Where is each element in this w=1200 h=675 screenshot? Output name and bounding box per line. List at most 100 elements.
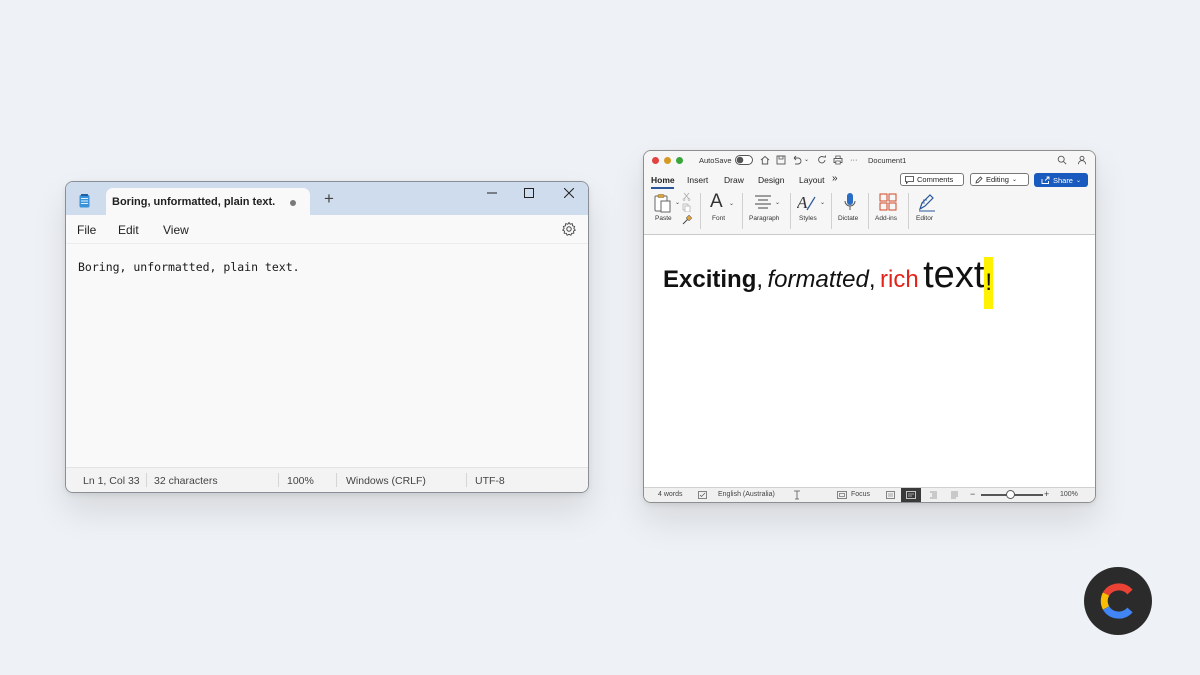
more-commands-icon[interactable]: ··· (850, 155, 858, 164)
word-count[interactable]: 4 words (658, 491, 683, 498)
tab-home[interactable]: Home (651, 175, 675, 185)
read-mode-icon[interactable] (886, 491, 895, 499)
notepad-content: Boring, unformatted, plain text. (78, 260, 300, 274)
home-icon[interactable] (760, 155, 770, 165)
close-button[interactable] (549, 182, 588, 204)
more-tabs-icon[interactable]: » (832, 173, 838, 184)
close-icon (564, 188, 574, 198)
addins-button[interactable]: Add-ins (874, 191, 904, 231)
tab-document[interactable]: Boring, unformatted, plain text. (106, 188, 310, 215)
undo-dropdown-icon[interactable]: ⌄ (804, 156, 809, 163)
menu-view[interactable]: View (163, 223, 189, 237)
autosave-label: AutoSave (699, 156, 732, 165)
ribbon-divider (831, 193, 832, 229)
ribbon-divider (790, 193, 791, 229)
settings-gear-icon[interactable] (561, 221, 577, 237)
status-divider (466, 473, 467, 487)
ribbon-divider (742, 193, 743, 229)
tab-draw[interactable]: Draw (724, 175, 744, 185)
language-indicator[interactable]: English (Australia) (718, 491, 775, 498)
status-divider (336, 473, 337, 487)
chevron-down-icon: ⌄ (1075, 177, 1082, 184)
dictate-button[interactable]: Dictate (836, 191, 864, 231)
microphone-icon (844, 193, 856, 210)
word-formatted: formatted (767, 266, 869, 293)
format-painter-icon (682, 215, 692, 225)
maximize-button[interactable] (509, 182, 549, 204)
undo-icon[interactable] (792, 155, 802, 165)
status-divider (146, 473, 147, 487)
word-toolbar-area: AutoSave ⌄ ··· Document1 Home Insert Dra… (644, 151, 1095, 235)
comments-button[interactable]: Comments (900, 173, 964, 186)
notepad-titlebar[interactable]: Boring, unformatted, plain text. + (66, 182, 588, 215)
autosave-toggle[interactable] (735, 155, 753, 165)
paragraph-icon (755, 195, 771, 209)
save-icon[interactable] (776, 155, 786, 165)
menu-edit[interactable]: Edit (118, 223, 139, 237)
word-rich: rich (880, 266, 919, 293)
styles-label: Styles (799, 215, 817, 222)
brand-logo (1084, 567, 1152, 635)
search-icon[interactable] (1057, 155, 1067, 165)
status-encoding[interactable]: UTF-8 (475, 475, 505, 487)
share-label: Share (1052, 175, 1073, 185)
menu-file[interactable]: File (77, 223, 96, 237)
paragraph-group[interactable]: ⌄ Paragraph (748, 191, 788, 231)
zoom-slider-thumb[interactable] (1006, 490, 1015, 499)
zoom-in-button[interactable]: + (1044, 489, 1049, 499)
zoom-out-button[interactable]: − (970, 489, 975, 499)
ribbon-divider (868, 193, 869, 229)
copy-icon (682, 203, 691, 212)
web-layout-icon[interactable] (929, 491, 938, 499)
minimize-window-button[interactable] (664, 157, 671, 164)
zoom-percent[interactable]: 100% (1060, 491, 1078, 498)
proofing-icon[interactable] (698, 491, 707, 499)
word-text: text (923, 254, 985, 296)
print-layout-button[interactable] (901, 488, 921, 502)
focus-label[interactable]: Focus (851, 491, 870, 498)
chevron-down-icon: ⌄ (1011, 177, 1017, 183)
word-exciting: Exciting (663, 266, 757, 293)
addins-label: Add-ins (875, 215, 898, 222)
paragraph-dropdown-icon: ⌄ (775, 200, 781, 206)
new-tab-button[interactable]: + (324, 190, 334, 207)
c-logo-icon (1100, 583, 1133, 619)
tab-insert[interactable]: Insert (687, 175, 708, 185)
editing-mode-button[interactable]: Editing ⌄ (970, 173, 1029, 186)
account-icon[interactable] (1077, 155, 1087, 165)
focus-icon[interactable] (837, 491, 847, 499)
paste-group[interactable]: ⌄ Paste (651, 191, 693, 231)
notepad-window: Boring, unformatted, plain text. + File … (65, 181, 589, 493)
styles-group[interactable]: A ⌄ Styles (796, 191, 828, 231)
notepad-text-area[interactable]: Boring, unformatted, plain text. (66, 243, 588, 468)
styles-dropdown-icon: ⌄ (820, 200, 826, 206)
minimize-icon (487, 192, 497, 194)
zoom-window-button[interactable] (676, 157, 683, 164)
editor-button[interactable]: Editor (914, 191, 942, 231)
comment-icon (905, 175, 914, 184)
minimize-button[interactable] (472, 182, 512, 204)
notepad-menubar: File Edit View (66, 215, 588, 243)
comma: , (756, 266, 764, 293)
status-line-endings[interactable]: Windows (CRLF) (346, 475, 426, 487)
word-document-page[interactable]: Exciting, formatted, rich text! (644, 235, 1095, 488)
close-window-button[interactable] (652, 157, 659, 164)
styles-icon: A (797, 193, 816, 212)
tab-design[interactable]: Design (758, 175, 784, 185)
word-window: AutoSave ⌄ ··· Document1 Home Insert Dra… (643, 150, 1096, 503)
maximize-icon (524, 188, 534, 198)
print-icon[interactable] (833, 155, 843, 165)
tab-layout[interactable]: Layout (799, 175, 825, 185)
status-zoom[interactable]: 100% (287, 475, 314, 487)
redo-icon[interactable] (817, 155, 827, 165)
font-group[interactable]: A ⌄ Font (708, 191, 740, 231)
accessibility-icon[interactable] (792, 490, 802, 500)
active-tab-indicator (651, 187, 674, 189)
cut-icon (682, 192, 691, 201)
share-button[interactable]: Share ⌄ (1034, 173, 1088, 187)
unsaved-dot-icon[interactable] (290, 200, 296, 206)
rich-text-line: Exciting, formatted, rich text! (663, 254, 994, 309)
outline-icon[interactable] (950, 491, 959, 499)
clipboard-icon (654, 194, 671, 213)
word-statusbar: 4 words English (Australia) Focus − + 10… (644, 487, 1095, 502)
